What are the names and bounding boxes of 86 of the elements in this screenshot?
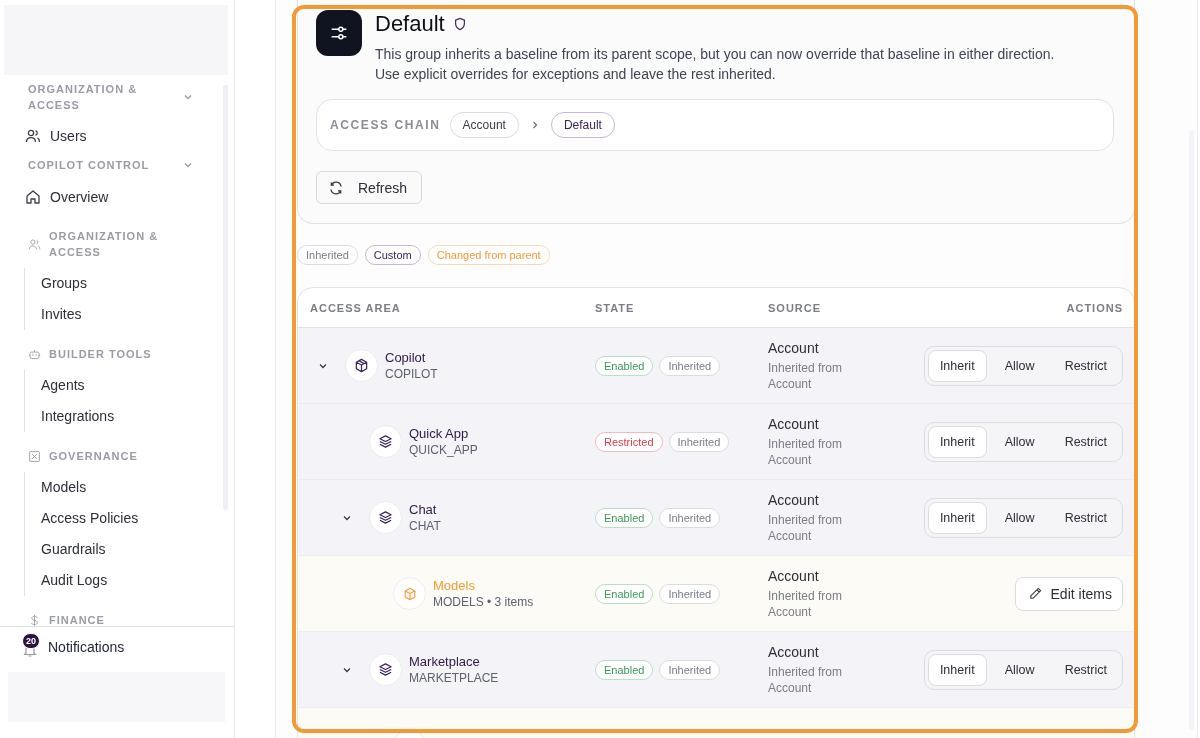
area-name: Chat [409, 501, 437, 518]
area-code: CHAT [409, 518, 441, 534]
sliders-icon [316, 10, 362, 56]
users-icon [28, 237, 41, 251]
shield-icon [452, 17, 467, 31]
source-note: Inherited from Account [768, 664, 844, 696]
state-tag: Inherited [668, 431, 730, 452]
section-title: COPILOT CONTROL [28, 158, 151, 173]
source-name: Account [768, 415, 819, 433]
area-code: MODELS • 3 items [433, 594, 534, 610]
column-header: STATE [595, 301, 635, 314]
area-name: Copilot [385, 349, 426, 366]
section-title: FINANCE [49, 613, 106, 626]
source-name: Account [768, 643, 819, 661]
notifications-link[interactable]: 20 Notifications [0, 636, 125, 658]
source-note: Inherited from Account [768, 360, 844, 392]
state-tag: Inherited [659, 583, 721, 604]
mode-option[interactable]: Restrict [1052, 425, 1119, 458]
mode-option[interactable]: Restrict [1052, 349, 1119, 382]
layers-icon [369, 653, 402, 686]
nav-item[interactable]: Agents [25, 370, 91, 401]
mode-option[interactable]: Inherit [927, 425, 987, 458]
legend-tag: Custom [364, 245, 421, 265]
layers-icon [369, 501, 402, 534]
nav-item[interactable]: Access Policies [25, 503, 145, 534]
mode-option[interactable]: Restrict [1052, 653, 1119, 686]
description: This group inherits a baseline from its parent scope, but you can now override that baseline in either direction. Use explicit overrides for exceptions and leave the rest inherited. [375, 45, 1056, 84]
state-tag: Inherited [659, 659, 721, 680]
nav-item[interactable]: Guardrails [25, 534, 112, 565]
close-box-icon [28, 449, 41, 463]
mode-option[interactable]: Inherit [927, 349, 987, 382]
users-icon [25, 127, 41, 144]
mode-option[interactable]: Inherit [927, 501, 987, 534]
nav-item[interactable]: Invites [25, 299, 88, 330]
section-title: ORGANIZATION & ACCESS [28, 82, 139, 113]
mode-option[interactable]: Restrict [1052, 501, 1119, 534]
edit-items-button[interactable]: Edit items [1014, 576, 1123, 611]
nav-item[interactable]: Users [0, 120, 93, 151]
cube-icon [345, 349, 378, 382]
refresh-icon [328, 179, 344, 196]
notification-count: 20 [22, 633, 40, 649]
mode-option[interactable]: Allow [990, 425, 1049, 458]
column-header: SOURCE [768, 301, 822, 314]
section-title: GOVERNANCE [49, 449, 139, 464]
area-code: COPILOT [385, 366, 438, 382]
source-name: Account [768, 339, 819, 357]
area-name: Marketplace [409, 653, 480, 670]
area-name: Models [433, 577, 475, 594]
state-tag: Inherited [659, 507, 721, 528]
source-note: Inherited from Account [768, 588, 844, 620]
area-name: Quick App [409, 425, 469, 442]
refresh-button[interactable]: Refresh [316, 171, 423, 204]
legend-tag: Changed from parent [427, 245, 550, 265]
area-code: QUICK_APP [409, 442, 478, 458]
chain-label: ACCESS CHAIN [330, 118, 441, 132]
state-tag: Restricted [595, 431, 663, 452]
source-name: Account [768, 491, 819, 509]
pencil-icon [1027, 586, 1043, 601]
page-title: Default [375, 10, 445, 38]
state-tag: Enabled [595, 355, 654, 376]
robot-icon [28, 347, 41, 361]
column-header: ACTIONS [1066, 301, 1123, 314]
source-note: Inherited from Account [768, 512, 844, 544]
state-tag: Inherited [659, 355, 721, 376]
column-header: ACCESS AREA [310, 301, 401, 314]
source-name: Account [768, 567, 819, 585]
mode-option[interactable]: Allow [990, 501, 1049, 534]
section-title: BUILDER TOOLS [49, 347, 153, 362]
home-icon [25, 188, 41, 205]
mode-option[interactable]: Allow [990, 653, 1049, 686]
source-note: Inherited from Account [768, 436, 844, 468]
nav-item[interactable]: Integrations [25, 401, 121, 432]
state-tag: Enabled [595, 659, 654, 680]
nav-item[interactable]: Groups [25, 268, 93, 299]
legend-tag: Inherited [297, 245, 358, 265]
nav-item[interactable]: Models [25, 472, 93, 503]
nav-item[interactable]: Audit Logs [25, 565, 114, 596]
state-tag: Enabled [595, 583, 654, 604]
dollar-icon [28, 613, 41, 626]
section-title: ORGANIZATION & ACCESS [49, 229, 160, 260]
nav-item[interactable]: Overview [0, 181, 115, 212]
mode-option[interactable]: Inherit [927, 653, 987, 686]
layers-icon [369, 425, 402, 458]
area-code: MARKETPLACE [409, 670, 499, 686]
mode-option[interactable]: Allow [990, 349, 1049, 382]
state-tag: Enabled [595, 507, 654, 528]
